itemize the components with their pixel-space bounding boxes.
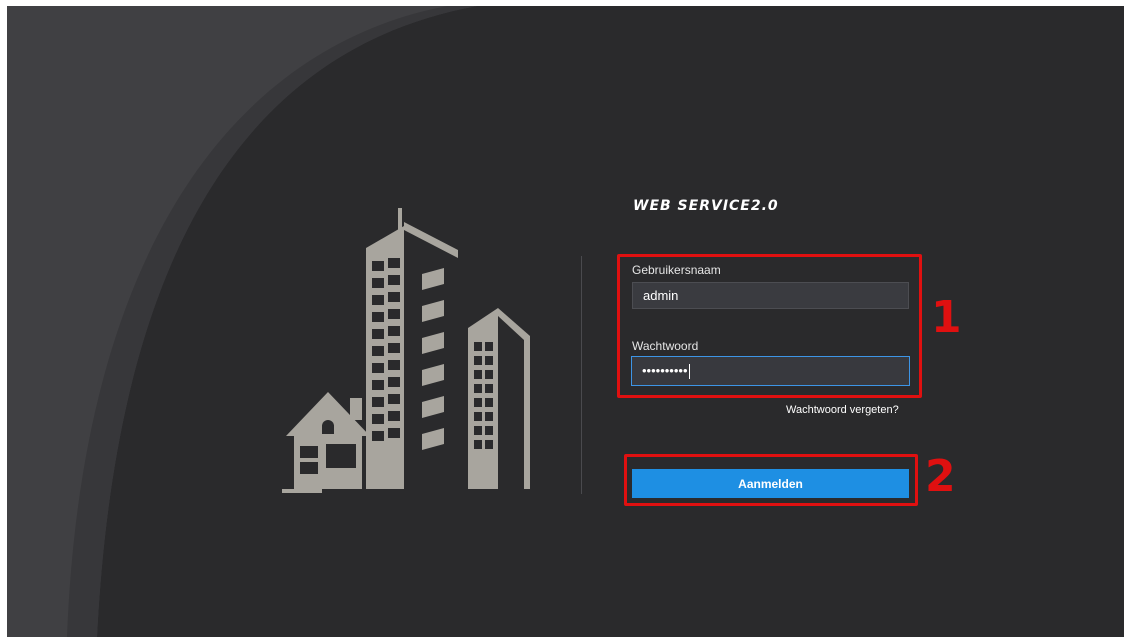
annotation-box-credentials <box>617 254 922 398</box>
annotation-box-login <box>624 454 918 506</box>
vertical-divider <box>581 256 582 494</box>
city-buildings-illustration <box>282 208 530 493</box>
annotation-number-1: 1 <box>931 292 962 343</box>
login-page: WEB SERVICE2.0 Gebruikersnaam admin Wach… <box>7 6 1124 637</box>
annotation-number-2: 2 <box>925 451 956 502</box>
app-title: WEB SERVICE2.0 <box>633 198 779 214</box>
forgot-password-link[interactable]: Wachtwoord vergeten? <box>786 404 899 416</box>
